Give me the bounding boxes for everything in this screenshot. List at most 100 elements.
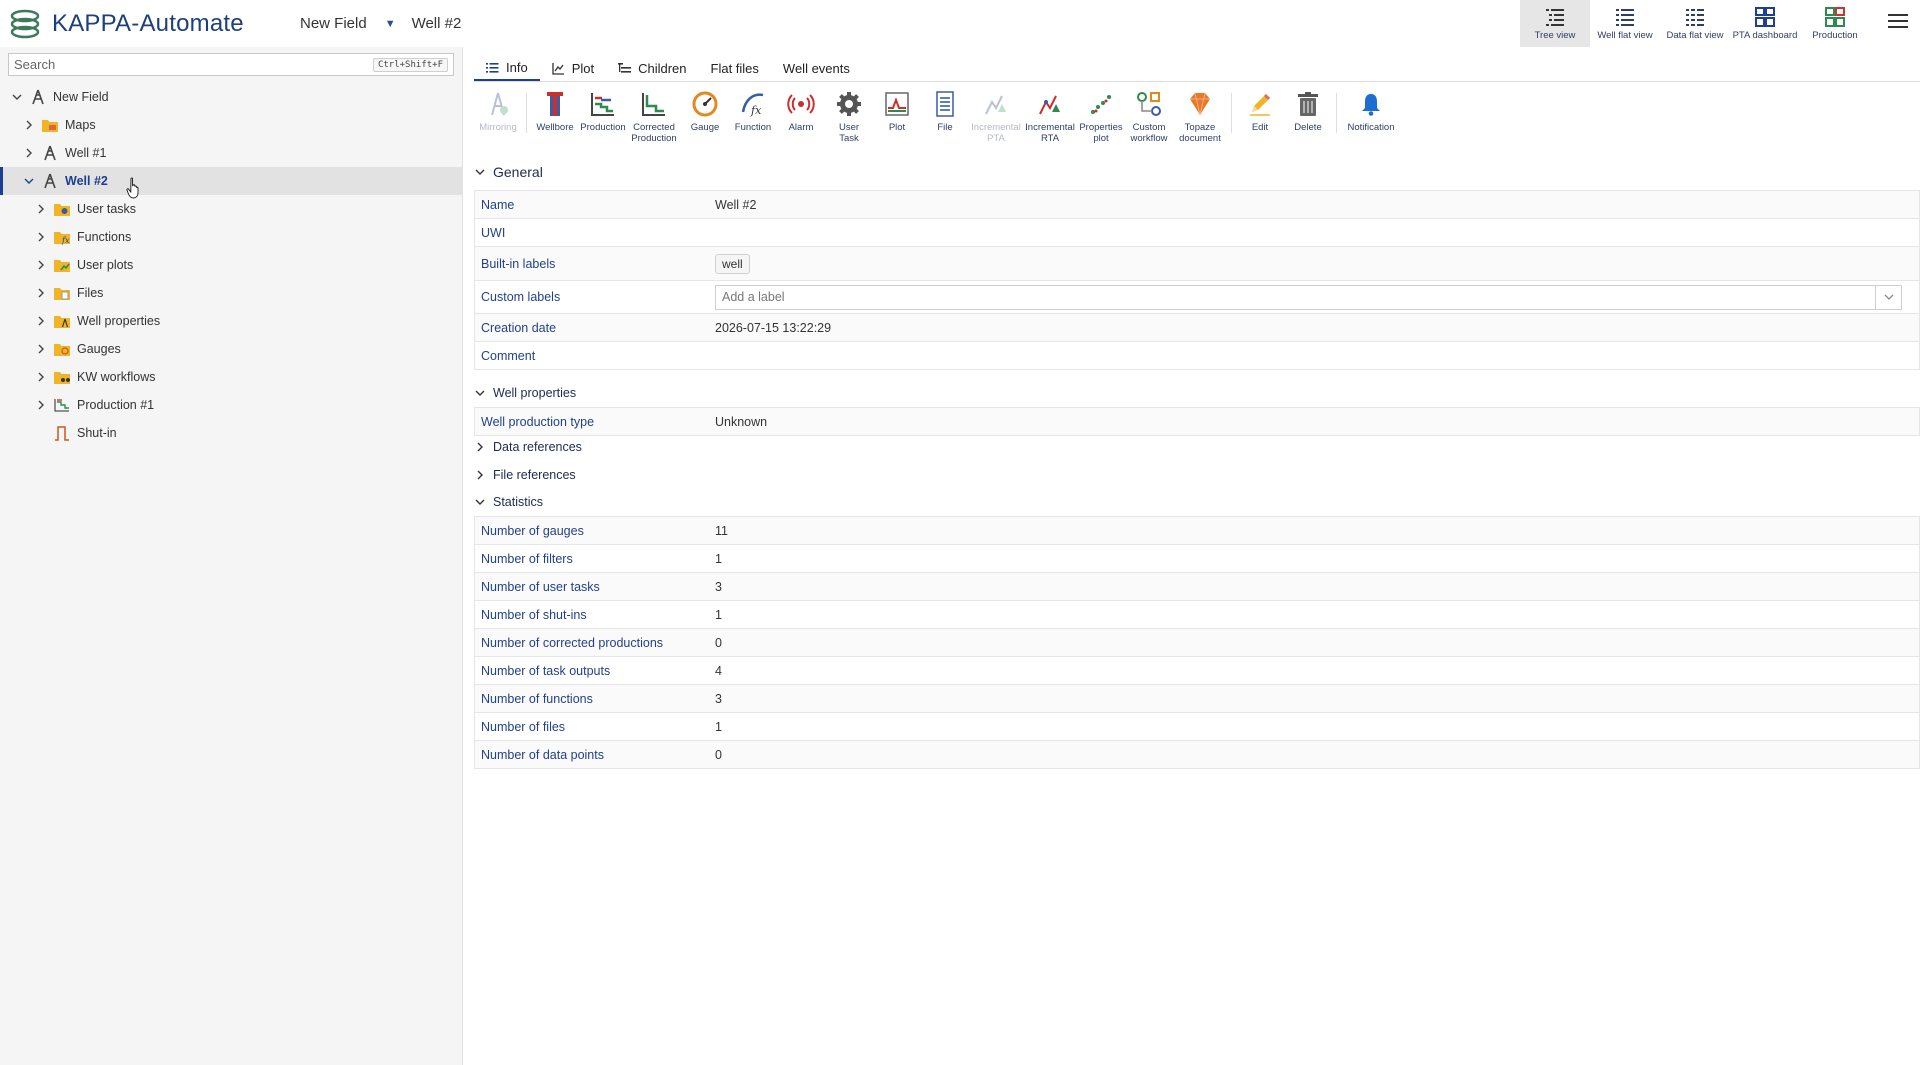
wellbore-label: Wellbore xyxy=(536,122,574,133)
chevron-right-icon[interactable] xyxy=(23,147,35,159)
well-flat-view-button[interactable]: Well flat view xyxy=(1590,0,1660,47)
property-value: Unknown xyxy=(715,414,768,429)
gauge-label: Gauge xyxy=(690,122,720,133)
tree-item-user-plots[interactable]: User plots xyxy=(0,251,462,279)
tree-item-maps[interactable]: Maps xyxy=(0,111,462,139)
app-logo[interactable]: KAPPA-Automate xyxy=(8,7,300,41)
pta-dashboard-button[interactable]: PTA dashboard xyxy=(1730,0,1800,47)
tab-info-label: Info xyxy=(506,59,528,75)
delete-button[interactable]: Delete xyxy=(1284,87,1332,195)
alarm-label: Alarm xyxy=(788,122,814,133)
property-key: Custom labels xyxy=(481,290,561,304)
chevron-right-icon[interactable] xyxy=(23,119,35,131)
toolbar-divider xyxy=(1336,93,1337,133)
incremental-pta-button[interactable]: Incremental PTA xyxy=(969,87,1023,195)
chevron-right-icon[interactable] xyxy=(35,343,47,355)
tree-item-well-properties[interactable]: Well properties xyxy=(0,307,462,335)
search-input[interactable] xyxy=(9,54,373,75)
chevron-down-icon[interactable] xyxy=(11,91,23,103)
custom-labels-select[interactable] xyxy=(715,284,1902,310)
statistics-row: Number of filters 1 xyxy=(474,545,1920,573)
section-data-references-header[interactable]: Data references xyxy=(474,440,582,454)
sidebar: Ctrl+Shift+F New Field Maps Well #1 Well… xyxy=(0,47,463,1065)
tree-item-functions[interactable]: fx Functions xyxy=(0,223,462,251)
user-task-button[interactable]: User Task xyxy=(825,87,873,195)
incremental-rta-button[interactable]: Incremental RTA xyxy=(1023,87,1077,195)
section-general-title: General xyxy=(493,164,543,180)
section-well-properties-header[interactable]: Well properties xyxy=(474,386,576,400)
property-key: UWI xyxy=(481,225,506,240)
chevron-right-icon[interactable] xyxy=(35,203,47,215)
chevron-right-icon xyxy=(477,470,483,480)
tree-item-gauges[interactable]: Gauges xyxy=(0,335,462,363)
tab-children[interactable]: Children xyxy=(606,55,698,81)
chevron-right-icon[interactable] xyxy=(35,287,47,299)
pta-dashboard-label: PTA dashboard xyxy=(1732,30,1798,41)
alarm-icon xyxy=(787,94,815,114)
tree-item-shut-in[interactable]: Shut-in xyxy=(0,419,462,447)
property-value: 1 xyxy=(715,607,722,622)
tab-flat-files[interactable]: Flat files xyxy=(699,55,771,81)
custom-workflow-icon xyxy=(1137,92,1161,116)
wellbore-icon xyxy=(547,92,563,116)
hamburger-menu-icon[interactable] xyxy=(1888,14,1908,32)
tree-item-well-1[interactable]: Well #1 xyxy=(0,139,462,167)
user-tasks-folder-icon xyxy=(54,204,70,216)
property-value: 1 xyxy=(715,551,722,566)
production-button[interactable]: Production xyxy=(579,87,627,195)
alarm-button[interactable]: Alarm xyxy=(777,87,825,195)
corrected-production-button[interactable]: Corrected Production xyxy=(627,87,681,195)
plot-icon xyxy=(885,92,909,116)
tab-info[interactable]: Info xyxy=(474,55,540,81)
property-row-uwi: UWI xyxy=(474,219,1920,247)
chevron-right-icon[interactable] xyxy=(35,315,47,327)
property-key: Number of filters xyxy=(481,551,573,566)
breadcrumb: New Field ▼ Well #2 xyxy=(300,15,475,32)
section-statistics-header[interactable]: Statistics xyxy=(474,495,543,509)
properties-plot-button[interactable]: Properties plot xyxy=(1077,87,1125,195)
notification-button[interactable]: Notification xyxy=(1341,87,1401,195)
custom-labels-input[interactable] xyxy=(716,290,1875,304)
tree-item-new-field[interactable]: New Field xyxy=(0,83,462,111)
pencil-icon xyxy=(1250,94,1270,116)
toolbar-divider xyxy=(526,93,527,133)
chevron-right-icon[interactable] xyxy=(35,371,47,383)
section-general-header[interactable]: General xyxy=(474,164,543,180)
chevron-down-icon[interactable] xyxy=(1875,285,1901,309)
data-flat-view-button[interactable]: Data flat view xyxy=(1660,0,1730,47)
topaze-document-label-1: Topaze xyxy=(1184,122,1216,133)
property-key: Number of corrected productions xyxy=(481,635,664,650)
function-button[interactable]: fx Function xyxy=(729,87,777,195)
chevron-down-icon[interactable] xyxy=(23,175,35,187)
app-title: KAPPA-Automate xyxy=(52,9,244,37)
tree-item-well-2[interactable]: Well #2 xyxy=(0,167,462,195)
section-file-references-header[interactable]: File references xyxy=(474,468,576,482)
statistics-row: Number of gauges 11 xyxy=(474,517,1920,545)
breadcrumb-field[interactable]: New Field xyxy=(300,15,367,32)
tree-item-kw-workflows[interactable]: KW workflows xyxy=(0,363,462,391)
tab-plot[interactable]: Plot xyxy=(540,55,606,81)
gauge-button[interactable]: Gauge xyxy=(681,87,729,195)
chevron-right-icon[interactable] xyxy=(35,259,47,271)
action-toolbar: Mirroring Wellbore Production Corrected … xyxy=(474,87,1401,195)
tree-item-files[interactable]: Files xyxy=(0,279,462,307)
edit-button[interactable]: Edit xyxy=(1236,87,1284,195)
plot-button[interactable]: Plot xyxy=(873,87,921,195)
tree-item-user-tasks[interactable]: User tasks xyxy=(0,195,462,223)
breadcrumb-dropdown-icon[interactable]: ▼ xyxy=(385,18,396,30)
property-key: Comment xyxy=(481,348,536,363)
breadcrumb-well[interactable]: Well #2 xyxy=(412,15,462,32)
tab-well-events[interactable]: Well events xyxy=(771,55,862,81)
chevron-right-icon[interactable] xyxy=(35,231,47,243)
property-key: Number of user tasks xyxy=(481,579,600,594)
custom-workflow-button[interactable]: Custom workflow xyxy=(1125,87,1173,195)
topaze-document-button[interactable]: Topaze document xyxy=(1173,87,1227,195)
tree-item-production-1[interactable]: Production #1 xyxy=(0,391,462,419)
file-button[interactable]: File xyxy=(921,87,969,195)
mirroring-icon xyxy=(491,92,508,116)
production-view-button[interactable]: Production xyxy=(1800,0,1870,47)
chevron-right-icon[interactable] xyxy=(35,399,47,411)
topaze-gem-icon xyxy=(1190,92,1210,116)
property-value: 1 xyxy=(715,719,722,734)
tree-view-button[interactable]: Tree view xyxy=(1520,0,1590,47)
